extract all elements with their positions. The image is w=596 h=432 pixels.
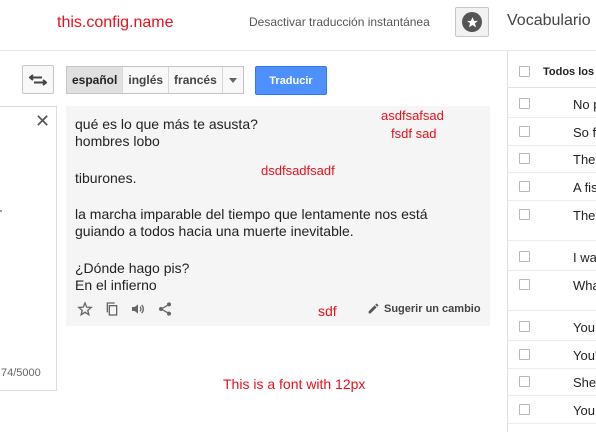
phrasebook-row[interactable]: A fis (508, 173, 596, 201)
target-language-selector: español inglés francés (66, 66, 244, 94)
swap-languages-button[interactable] (22, 65, 54, 94)
phrasebook-header-row: Todos los (508, 58, 596, 88)
row-checkbox[interactable] (519, 321, 530, 332)
result-line: En el infierno (75, 277, 157, 293)
phrasebook-row-text: You (573, 320, 595, 335)
phrasebook-row-text: The (573, 152, 596, 167)
share-icon[interactable] (156, 300, 174, 318)
instant-translation-toggle-link[interactable]: Desactivar traducción instantánea (249, 15, 430, 29)
row-checkbox[interactable] (519, 126, 530, 137)
phrasebook-row-text: So f (573, 125, 596, 140)
star-icon (462, 12, 482, 32)
select-all-checkbox[interactable] (519, 66, 530, 77)
source-text-fragment (0, 210, 2, 212)
pencil-icon (368, 303, 379, 314)
phrasebook-row[interactable]: You (508, 313, 596, 341)
vocabulary-title: Vocabulario (507, 12, 591, 29)
phrasebook-star-button[interactable] (455, 7, 489, 37)
phrasebook-row[interactable]: So f (508, 118, 596, 146)
lang-option-english[interactable]: inglés (123, 67, 170, 93)
row-checkbox[interactable] (519, 209, 530, 220)
row-checkbox[interactable] (519, 153, 530, 164)
phrasebook-row[interactable]: The (508, 201, 596, 241)
font-size-annotation: This is a font with 12px (223, 376, 366, 392)
annotation-text: asdfsafsad (381, 108, 444, 123)
annotation-text: dsdfsadfsadf (261, 163, 335, 178)
row-checkbox[interactable] (519, 98, 530, 109)
source-text-area[interactable] (0, 106, 57, 391)
row-checkbox[interactable] (519, 279, 530, 290)
row-checkbox[interactable] (519, 404, 530, 415)
character-count: 74/5000 (1, 367, 41, 379)
config-name-annotation: this.config.name (57, 14, 174, 31)
phrasebook-panel: Todos los No p So f The A fis The I wa W… (507, 51, 596, 432)
speaker-icon[interactable] (129, 300, 147, 318)
result-line: ¿Dónde hago pis? (75, 260, 190, 276)
lang-option-french[interactable]: francés (169, 67, 223, 93)
phrasebook-row[interactable]: No p (508, 90, 596, 118)
more-languages-dropdown[interactable] (223, 67, 243, 93)
copy-icon[interactable] (103, 300, 121, 318)
phrasebook-row-text: You' (573, 348, 596, 363)
translation-result-text: qué es lo que más te asusta? hombres lob… (75, 116, 485, 294)
phrasebook-row[interactable]: Wha (508, 271, 596, 311)
phrasebook-row[interactable]: I wa (508, 243, 596, 271)
annotation-text: sdf (318, 303, 337, 319)
chevron-down-icon (228, 77, 237, 83)
suggest-edit-button[interactable]: Sugerir un cambio (367, 302, 481, 315)
phrasebook-row-text: You (573, 403, 595, 418)
star-outline-icon[interactable] (76, 300, 94, 318)
row-checkbox[interactable] (519, 376, 530, 387)
annotation-text: fsdf sad (391, 126, 437, 141)
phrasebook-row-text: The (573, 208, 596, 223)
lang-option-spanish[interactable]: español (67, 67, 124, 93)
translate-button[interactable]: Traducir (255, 66, 327, 95)
phrasebook-row-text: She (573, 375, 596, 390)
result-line: la marcha imparable del tiempo que lenta… (75, 206, 428, 222)
phrasebook-row[interactable]: She (508, 368, 596, 396)
row-checkbox[interactable] (519, 251, 530, 262)
phrasebook-row[interactable]: The (508, 145, 596, 173)
phrasebook-row-text: Wha (573, 278, 596, 293)
phrasebook-row-text: A fis (573, 180, 596, 195)
clear-icon[interactable]: ✕ (35, 112, 50, 130)
phrasebook-header-label: Todos los (543, 66, 595, 78)
result-line: guiando a todos hacia una muerte inevita… (75, 223, 354, 239)
phrasebook-row[interactable]: You (508, 396, 596, 424)
row-checkbox[interactable] (519, 181, 530, 192)
row-checkbox[interactable] (519, 349, 530, 360)
phrasebook-row[interactable]: You' (508, 341, 596, 369)
phrasebook-row-text: I wa (573, 250, 596, 265)
phrasebook-row-text: No p (573, 97, 596, 112)
suggest-edit-label: Sugerir un cambio (384, 302, 481, 315)
swap-arrows-icon (29, 73, 47, 86)
